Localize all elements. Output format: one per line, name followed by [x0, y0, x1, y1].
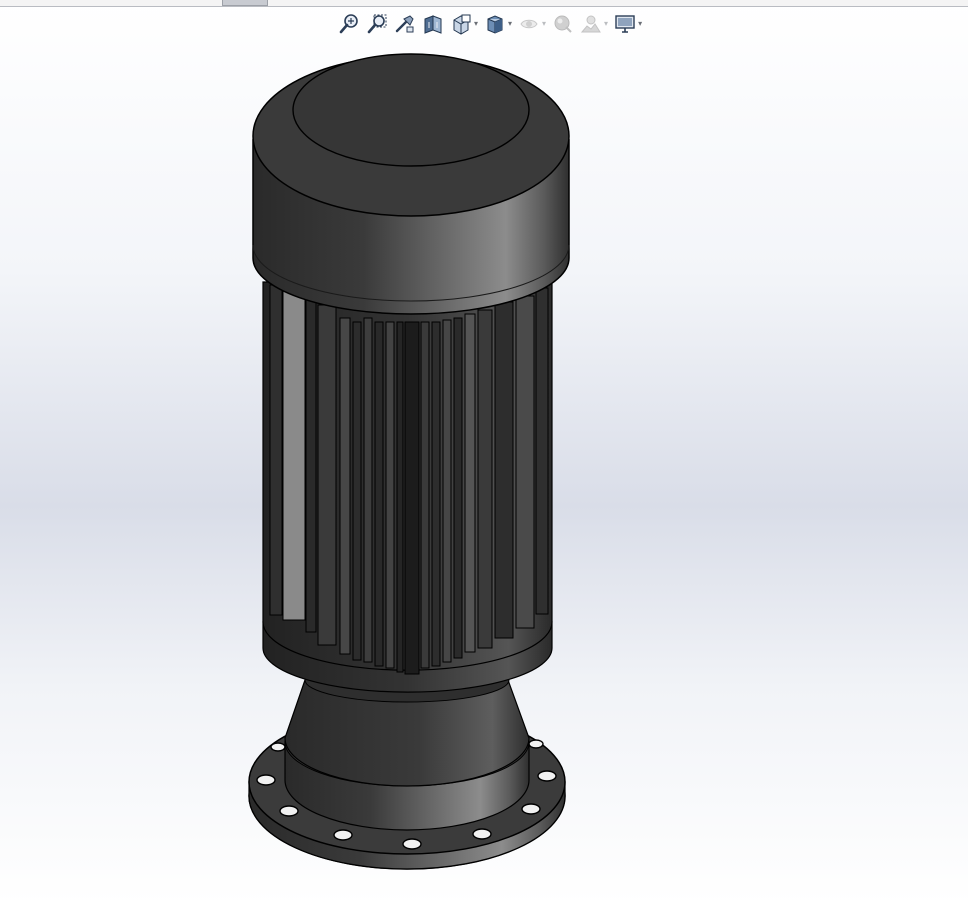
finned-motor-body: [262, 281, 553, 675]
motor-model-3d[interactable]: [0, 0, 968, 904]
graphics-area[interactable]: ▾ ▾ ▾ ▾ ▾: [0, 0, 968, 904]
motor-top-cap: [252, 53, 570, 315]
